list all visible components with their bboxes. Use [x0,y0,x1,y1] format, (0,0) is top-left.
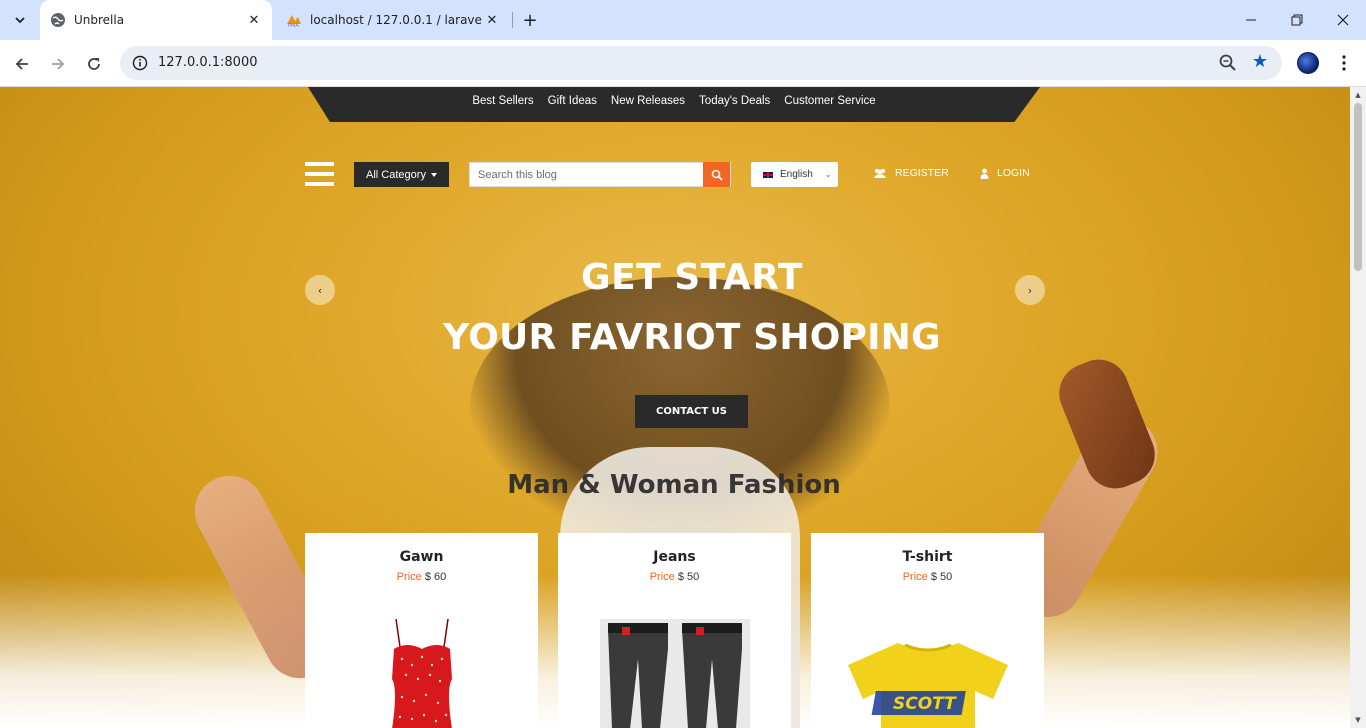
product-price: Price $ 50 [811,571,1044,583]
arrow-left-icon [15,58,28,70]
bookmark-star-icon[interactable]: ★ [1252,51,1268,72]
profile-avatar[interactable] [1297,52,1319,74]
hero-heading-line2: YOUR FAVRIOT SHOPING [443,317,941,358]
product-image-dress[interactable] [382,619,462,728]
hero-heading-line1: GET START [581,257,803,298]
tab-title: Unbrella [74,13,125,27]
forward-button[interactable] [44,50,72,78]
section-title: Man & Woman Fashion [507,470,841,500]
price-value: $ 60 [424,571,447,583]
scroll-up-icon[interactable]: ▲ [1354,91,1362,99]
product-card-tshirt[interactable]: T-shirt Price $ 50 SCOTT [811,533,1044,728]
price-value: $ 50 [677,571,700,583]
close-icon[interactable]: ✕ [244,10,264,30]
search-box [469,162,731,187]
register-label: REGISTER [895,167,949,179]
browser-menu-button[interactable] [1334,50,1354,76]
tab-title: localhost / 127.0.0.1 / laravel_ec [310,13,482,27]
product-name: Gawn [399,549,444,565]
product-price: Price $ 50 [558,571,791,583]
restore-icon [1291,14,1303,26]
tab-divider [512,12,513,28]
svg-text:PMA: PMA [288,23,299,28]
minimize-button[interactable] [1228,0,1274,40]
phpmyadmin-icon: PMA [286,12,302,28]
globe-icon [50,12,66,28]
category-label: All Category [366,168,426,181]
top-category-nav: Best Sellers Gift Ideas New Releases Tod… [308,87,1040,122]
product-image-tshirt[interactable]: SCOTT [843,639,1013,728]
page-viewport: Best Sellers Gift Ideas New Releases Tod… [0,87,1350,728]
site-info-icon[interactable] [128,51,152,75]
price-label: Price [396,571,422,583]
nav-todays-deals[interactable]: Today's Deals [699,95,770,107]
minimize-icon [1246,19,1256,21]
product-card-jeans[interactable]: Jeans Price $ 50 [558,533,791,728]
zoom-icon[interactable] [1218,53,1238,73]
users-icon [874,168,886,178]
search-button[interactable] [703,162,730,187]
close-window-button[interactable] [1320,0,1366,40]
url-text[interactable]: 127.0.0.1:8000 [158,55,258,70]
product-name: Jeans [653,549,696,565]
product-image-jeans[interactable] [599,619,750,728]
restore-button[interactable] [1274,0,1320,40]
language-selector[interactable]: English ⌄ [751,162,838,187]
reload-button[interactable] [80,50,108,78]
contact-us-button[interactable]: CONTACT US [635,395,748,428]
price-value: $ 50 [930,571,953,583]
language-label: English [780,169,813,180]
price-label: Price [649,571,675,583]
browser-toolbar: 127.0.0.1:8000 ★ [0,40,1366,87]
page-scrollbar[interactable]: ▲ ▼ [1350,87,1366,728]
reload-icon [88,58,100,70]
login-label: LOGIN [997,167,1030,179]
tab-strip: Unbrella ✕ PMA localhost / 127.0.0.1 / l… [0,0,1366,40]
product-price: Price $ 60 [305,571,538,583]
all-category-dropdown[interactable]: All Category [354,162,449,187]
chevron-down-icon [15,17,25,24]
chevron-down-icon: ⌄ [824,170,832,179]
search-icon [711,169,723,181]
nav-new-releases[interactable]: New Releases [611,95,685,107]
user-icon [980,168,989,179]
tab-unbrella[interactable]: Unbrella ✕ [40,0,272,40]
address-bar[interactable]: 127.0.0.1:8000 ★ [120,46,1282,80]
login-link[interactable]: LOGIN [980,167,1030,179]
scrollbar-thumb[interactable] [1354,103,1362,271]
tab-search-button[interactable] [8,8,32,32]
hamburger-menu-icon[interactable] [305,162,334,186]
scroll-down-icon[interactable]: ▼ [1354,716,1362,724]
caret-down-icon [430,172,437,177]
close-icon [1337,14,1349,26]
tab-phpmyadmin[interactable]: PMA localhost / 127.0.0.1 / laravel_ec ✕ [278,0,510,40]
price-label: Price [902,571,928,583]
nav-best-sellers[interactable]: Best Sellers [472,95,533,107]
uk-flag-icon [762,170,774,179]
back-button[interactable] [8,50,36,78]
nav-customer-service[interactable]: Customer Service [784,95,875,107]
arrow-right-icon [52,58,65,70]
close-icon[interactable]: ✕ [482,10,502,30]
svg-text:SCOTT: SCOTT [893,694,957,714]
search-input[interactable] [470,163,704,186]
register-link[interactable]: REGISTER [873,167,949,179]
nav-gift-ideas[interactable]: Gift Ideas [548,95,597,107]
product-card-gawn[interactable]: Gawn Price $ 60 [305,533,538,728]
more-vertical-icon [1342,55,1346,71]
new-tab-button[interactable]: + [520,10,540,31]
product-name: T-shirt [902,549,953,565]
